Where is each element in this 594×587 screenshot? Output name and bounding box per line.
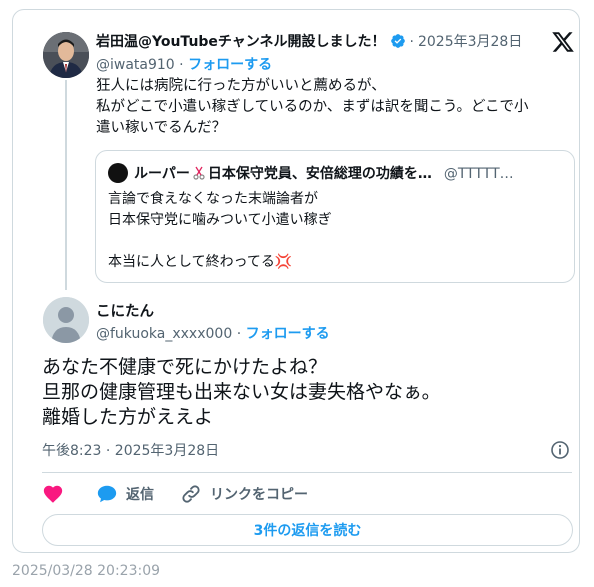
info-icon[interactable] — [550, 440, 570, 460]
screenshot-timestamp: 2025/03/28 20:23:09 — [12, 563, 161, 579]
reply-label: 返信 — [126, 487, 154, 503]
quoted-tweet[interactable]: ルーパー 日本保守党員、安倍総理の功績を… @TTTTT… 言論で食えなくなった末端… — [95, 150, 575, 283]
parent-handle-row: @iwata910 · フォローする — [96, 54, 272, 74]
copy-link-button[interactable]: リンクをコピー — [180, 482, 308, 506]
quote-avatar — [108, 163, 128, 183]
quote-handle: @TTTTT… — [443, 166, 514, 182]
quote-author-name-rest: 日本保守党員、安倍総理の功績を… — [207, 166, 432, 182]
parent-author-name[interactable]: 岩田温@YouTubeチャンネル開設しました！ — [96, 34, 386, 50]
reply-bubble-icon — [96, 483, 118, 505]
like-button[interactable] — [42, 482, 64, 506]
quote-text: 言論で食えなくなった末端論者が 日本保守党に噛みついて小遣い稼ぎ 本当に人として… — [108, 189, 563, 273]
heart-icon — [42, 483, 64, 505]
quote-header: ルーパー 日本保守党員、安倍総理の功績を… @TTTTT… — [108, 163, 563, 184]
quote-line: 言論で食えなくなった末端論者が — [108, 191, 318, 207]
link-icon — [180, 483, 202, 505]
quote-line-last: 本当に人として終わってる💢 — [108, 252, 563, 273]
tweet-line: 私がどこで小遣い稼ぎしているのか、まずは訳を聞こう。どこで小 — [96, 99, 529, 115]
separator-dot: · — [179, 57, 184, 73]
tweet-line: 狂人には病院に行った方がいいと薦めるが、 — [96, 78, 386, 94]
quote-line: 本当に人として終わってる — [108, 254, 275, 270]
parent-handle[interactable]: @iwata910 — [96, 57, 175, 73]
tweet-line: 遣い稼いでるんだ？ — [96, 120, 227, 136]
reply-text: あなた不健康で死にかけたよね？ 旦那の健康管理も出来ない女は妻失格やなぁ。 離婚… — [42, 355, 572, 430]
quote-line — [108, 231, 563, 252]
verified-badge-icon — [390, 33, 406, 53]
parent-tweet-text: 狂人には病院に行った方がいいと薦めるが、 私がどこで小遣い稼ぎしているのか、まず… — [96, 76, 571, 139]
separator-dot: · — [409, 34, 414, 50]
parent-header: 岩田温@YouTubeチャンネル開設しました！ · 2025年3月28日 — [96, 31, 566, 53]
follow-button[interactable]: フォローする — [246, 326, 330, 342]
parent-avatar[interactable] — [43, 32, 89, 78]
divider — [42, 472, 572, 473]
separator-dot: · — [236, 326, 242, 342]
reply-line: 旦那の健康管理も出来ない女は妻失格やなぁ。 — [42, 381, 441, 403]
copy-link-label: リンクをコピー — [210, 487, 308, 503]
quote-author-name: ルーパー — [134, 166, 190, 182]
read-replies-button[interactable]: 3件の返信を読む — [42, 514, 573, 546]
reply-button[interactable]: 返信 — [96, 482, 154, 506]
thread-connector — [65, 80, 67, 290]
reply-handle[interactable]: @fukuoka_xxxx000 — [96, 326, 232, 342]
reply-handle-row: @fukuoka_xxxx000 · フォローする — [96, 323, 330, 343]
parent-date[interactable]: 2025年3月28日 — [418, 34, 522, 50]
reply-timestamp[interactable]: 午後8:23 · 2025年3月28日 — [42, 440, 219, 460]
reply-avatar[interactable] — [43, 297, 89, 343]
quote-line: 日本保守党に噛みついて小遣い稼ぎ — [108, 212, 332, 228]
anger-emoji-icon: 💢 — [274, 254, 293, 270]
follow-button[interactable]: フォローする — [188, 57, 272, 73]
reply-author-name[interactable]: こにたん — [96, 300, 154, 321]
x-logo-icon[interactable] — [551, 30, 575, 54]
scissors-icon — [193, 166, 205, 184]
reply-line: あなた不健康で死にかけたよね？ — [42, 356, 328, 378]
reply-line: 離婚した方がええよ — [42, 406, 214, 428]
tweet-card: 岩田温@YouTubeチャンネル開設しました！ · 2025年3月28日 @iwat… — [12, 9, 580, 553]
